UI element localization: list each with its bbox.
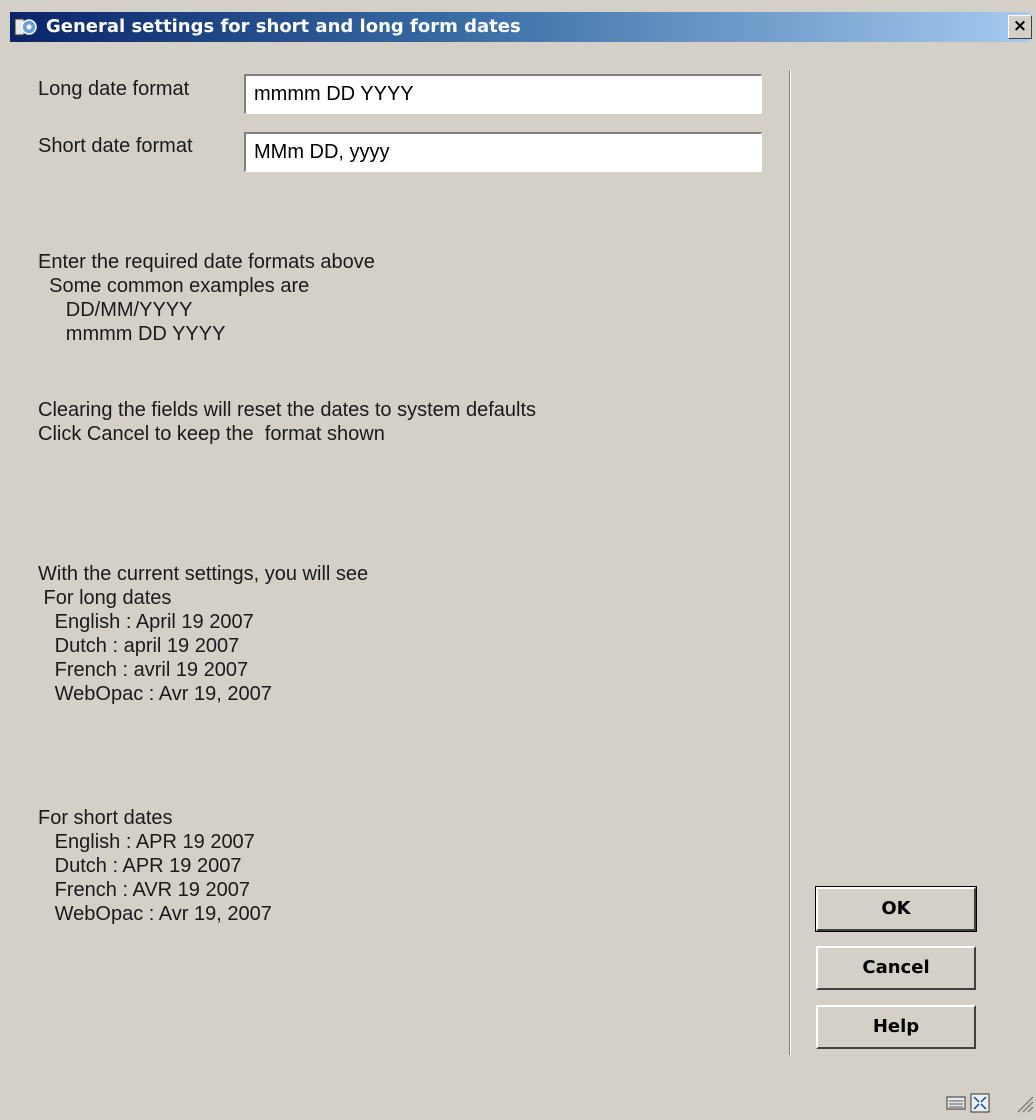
- preview-line: With the current settings, you will see: [38, 563, 369, 585]
- preview-line: Dutch : april 19 2007: [38, 635, 240, 657]
- app-icon: [14, 15, 38, 39]
- window-title: General settings for short and long form…: [46, 16, 521, 37]
- long-date-format-label: Long date format: [38, 78, 190, 100]
- resize-grip-icon[interactable]: [1012, 1093, 1034, 1113]
- note-line: Clearing the fields will reset the dates…: [38, 399, 537, 421]
- preview-line: WebOpac : Avr 19, 2007: [38, 683, 272, 705]
- instruction-line: Some common examples are: [38, 275, 310, 297]
- preview-line: French : avril 19 2007: [38, 659, 249, 681]
- preview-line: English : APR 19 2007: [38, 831, 255, 853]
- notes-text: Clearing the fields will reset the dates…: [38, 398, 536, 446]
- vertical-divider: [789, 70, 791, 1055]
- instructions-text: Enter the required date formats above So…: [38, 250, 375, 346]
- close-icon: ×: [1012, 16, 1028, 36]
- preview-line: English : April 19 2007: [38, 611, 254, 633]
- instruction-line: mmmm DD YYYY: [38, 323, 226, 345]
- close-button[interactable]: ×: [1008, 15, 1032, 39]
- preview-line: For short dates: [38, 807, 173, 829]
- long-date-format-input[interactable]: [244, 74, 762, 114]
- short-dates-preview: For short dates English : APR 19 2007 Du…: [38, 806, 272, 926]
- preview-line: Dutch : APR 19 2007: [38, 855, 242, 877]
- instruction-line: DD/MM/YYYY: [38, 299, 193, 321]
- cancel-button[interactable]: Cancel: [816, 946, 976, 990]
- preview-line: For long dates: [38, 587, 172, 609]
- preview-line: French : AVR 19 2007: [38, 879, 250, 901]
- note-line: Click Cancel to keep the format shown: [38, 423, 385, 445]
- short-date-format-input[interactable]: [244, 132, 762, 172]
- instruction-line: Enter the required date formats above: [38, 251, 375, 273]
- keyboard-icon[interactable]: [946, 1093, 966, 1113]
- title-bar: General settings for short and long form…: [0, 0, 1036, 46]
- preview-line: WebOpac : Avr 19, 2007: [38, 903, 272, 925]
- fullscreen-icon[interactable]: [970, 1093, 990, 1113]
- long-dates-preview: With the current settings, you will see …: [38, 562, 368, 706]
- short-date-format-label: Short date format: [38, 135, 193, 157]
- ok-button[interactable]: OK: [815, 886, 977, 932]
- help-button[interactable]: Help: [816, 1005, 976, 1049]
